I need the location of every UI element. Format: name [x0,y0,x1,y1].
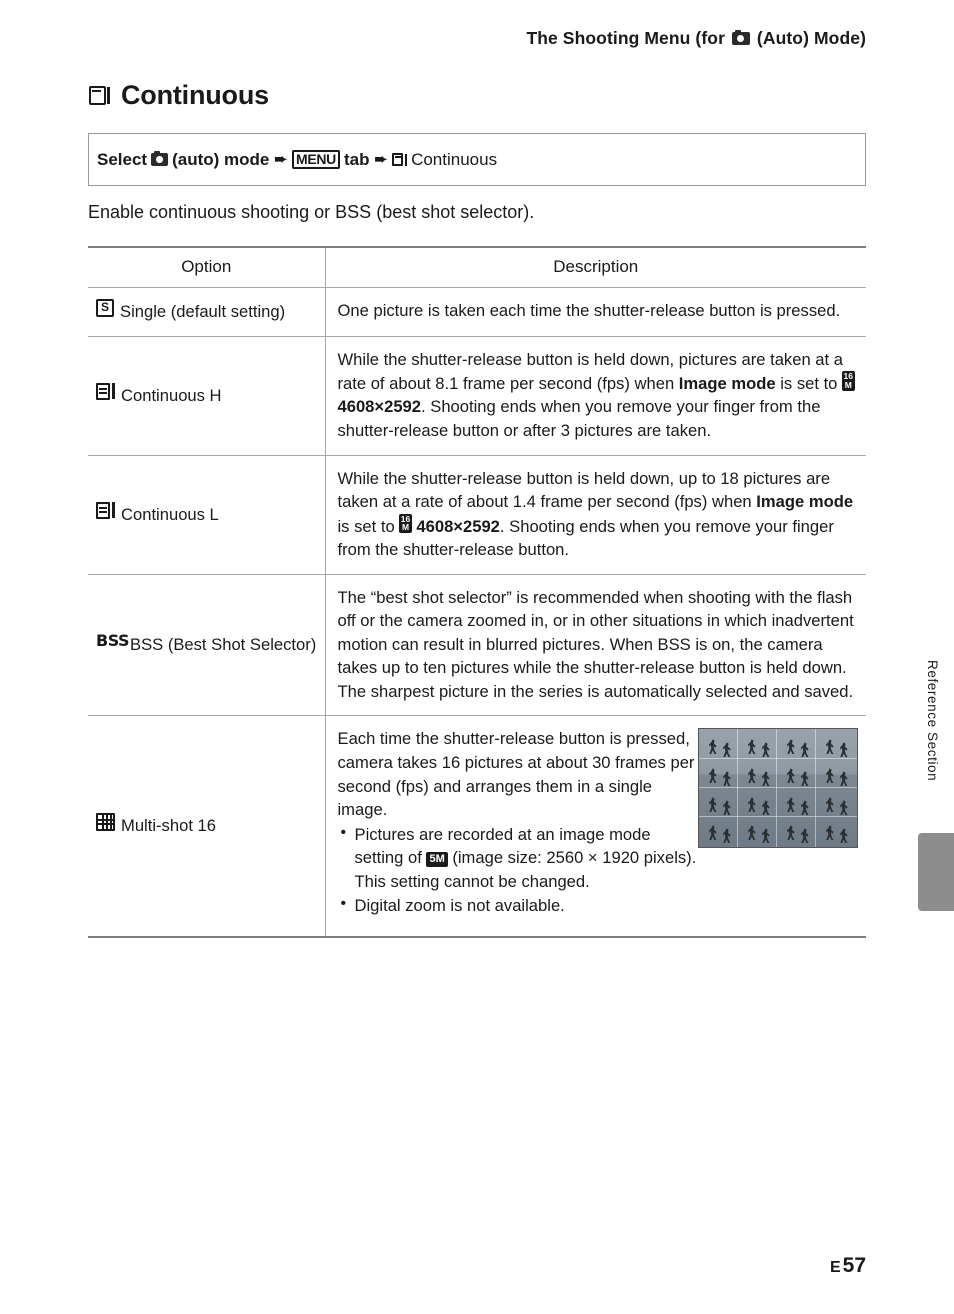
table-row: Continuous L While the shutter-release b… [88,455,866,575]
intro-text: Enable continuous shooting or BSS (best … [88,202,535,222]
option-cell-continuous-l: Continuous L [88,455,326,575]
menu-tab-icon: MENU [291,149,340,170]
description-text: The “best shot selector” is recommended … [337,587,854,701]
document-page: The Shooting Menu (for (Auto) Mode) Cont… [0,0,954,1314]
single-shot-icon [96,299,114,317]
table-row: Single (default setting) One picture is … [88,287,866,337]
description-cell-single: One picture is taken each time the shutt… [325,287,866,337]
page-title-text: Continuous [121,80,269,110]
page-header: The Shooting Menu (for (Auto) Mode) [0,28,866,49]
image-mode-bold: Image mode [678,373,776,393]
menu-path-box: Select (auto) mode ➨ MENU tab ➨ Continuo… [88,133,866,186]
description-part-1: Each time the shutter-release button is … [337,729,695,820]
description-bullet-list: Pictures are recorded at an image mode s… [338,822,698,918]
table-row: Continuous H While the shutter-release b… [88,336,866,456]
description-cell-continuous-h: While the shutter-release button is held… [325,336,866,456]
option-label: Single (default setting) [120,302,286,321]
continuous-h-icon [96,382,115,401]
table-row: BSS BSS (Best Shot Selector) The “best s… [88,574,866,717]
header-suffix: (Auto) Mode) [751,28,866,48]
header-prefix: The Shooting Menu (for [526,28,730,48]
option-label: BSS (Best Shot Selector) [130,635,317,655]
resolution-bold: 4608×2592 [337,397,422,417]
arrow-icon: ➨ [274,151,287,168]
image-mode-bold: Image mode [756,492,854,512]
resolution-bold: 4608×2592 [416,516,500,536]
select-label: Select [97,150,148,169]
option-cell-bss: BSS BSS (Best Shot Selector) [88,574,326,717]
options-table: Option Description Single (default setti… [88,246,866,938]
table-header-row: Option Description [88,246,866,288]
camera-auto-icon [731,29,750,45]
description-body: Each time the shutter-release button is … [338,727,698,918]
column-header-option: Option [88,246,326,288]
option-cell-continuous-h: Continuous H [88,336,326,456]
menu-path-final-label: Continuous [411,150,498,169]
description-part-2: is set to [337,516,400,536]
tab-word: tab [343,150,370,169]
continuous-shooting-icon [88,84,112,108]
section-tab-marker [918,833,954,911]
section-label: Reference Section [925,660,940,782]
description-part-2: is set to [775,373,843,393]
continuous-l-icon [96,501,115,520]
description-cell-bss: The “best shot selector” is recommended … [325,574,866,717]
footer-page-number: 57 [842,1254,866,1277]
option-cell-multi-shot-16: Multi-shot 16 [88,715,326,938]
option-label: Continuous H [121,385,222,405]
description-cell-continuous-l: While the shutter-release button is held… [325,455,866,575]
continuous-shooting-icon [392,152,408,167]
bss-icon: BSS [96,631,130,651]
page-title: Continuous [88,80,269,111]
image-mode-16m-badge: 16 M [399,513,412,534]
option-cell-single: Single (default setting) [88,287,326,337]
image-mode-16m-badge: 16 M [842,371,855,391]
camera-auto-icon [151,150,169,166]
column-header-description: Description [325,246,866,288]
image-mode-5m-badge: 5M [426,852,448,867]
description-part-3: . Shooting ends when you remove your fin… [337,516,834,559]
description-cell-multi-shot-16: Each time the shutter-release button is … [325,715,866,938]
table-row: Multi-shot 16 Each time the shutter-rele… [88,715,866,938]
multi-shot-16-icon [96,813,115,832]
list-item: Digital zoom is not available. [338,893,698,918]
arrow-icon: ➨ [374,151,388,168]
footer-section: E [829,1259,841,1276]
description-text: One picture is taken each time the shutt… [337,301,841,320]
list-item: Pictures are recorded at an image mode s… [338,822,698,894]
option-label: Continuous L [121,504,219,524]
multi-shot-16-sample-photo [698,728,858,849]
page-footer: E 57 [830,1254,866,1278]
auto-mode-label: (auto) mode [172,150,270,169]
option-label: Multi-shot 16 [121,816,216,836]
